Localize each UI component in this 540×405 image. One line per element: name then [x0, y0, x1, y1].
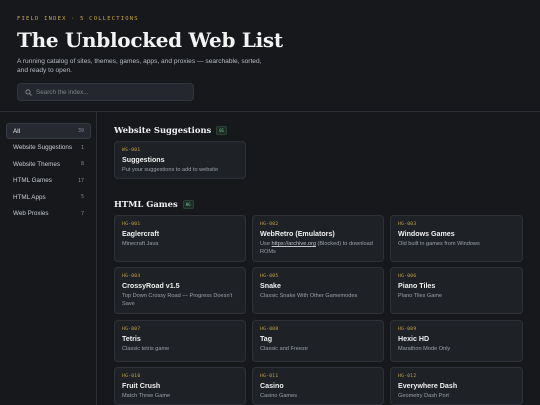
section-badge: HG [182, 199, 194, 209]
card-code: HG-011 [260, 374, 279, 379]
card-code: HG-010 [122, 374, 141, 379]
card-webretro[interactable]: HG-002 WebRetro (Emulators) Use https://… [252, 215, 384, 262]
section-header: HTML Games HG [114, 198, 194, 210]
card-code: HG-003 [398, 222, 417, 227]
card-name: Suggestions [122, 156, 165, 164]
card-desc: Top Down Crossy Road — Progress Doesn't … [122, 293, 233, 307]
card-name: Casino [260, 382, 284, 390]
card-name: Windows Games [398, 230, 455, 238]
archive-link[interactable]: https://archive.org [272, 241, 316, 247]
card-fruit-crush[interactable]: HG-010 Fruit Crush Match Three Game [114, 367, 246, 405]
card-code: HG-001 [122, 222, 141, 227]
sidebar-item-label: Website Suggestions [13, 144, 73, 151]
section-header: Website Suggestions 01 [114, 124, 228, 136]
page-title: The Unblocked Web List [17, 28, 283, 52]
page-header: FIELD INDEX · 5 COLLECTIONS The Unblocke… [17, 16, 527, 75]
card-name: WebRetro (Emulators) [260, 230, 335, 238]
eyebrow-label: FIELD INDEX · 5 COLLECTIONS [17, 16, 139, 22]
sidebar-item-label: Web Proxies [13, 210, 49, 217]
sidebar-item-count: 8 [80, 161, 84, 167]
card-code: HG-008 [260, 327, 279, 332]
sidebar-item-website-themes[interactable]: Website Themes 8 [6, 156, 91, 172]
card-desc: Geometry Dash Port [398, 393, 449, 399]
card-name: Tag [260, 335, 273, 343]
card-code: HG-009 [398, 327, 417, 332]
sidebar-item-label: HTML Apps [13, 193, 46, 201]
card-name: Everywhere Dash [398, 382, 458, 390]
card-crossyroad[interactable]: HG-004 CrossyRoad v1.5 Top Down Crossy R… [114, 267, 246, 314]
sidebar-item-label: HTML Games [13, 177, 52, 184]
card-desc: Old built in games from Windows [398, 241, 480, 247]
card-windows-games[interactable]: HG-003 Windows Games Old built in games … [390, 215, 523, 262]
card-desc: Casino Games [260, 393, 297, 399]
card-code: WS-001 [122, 148, 141, 153]
card-name: Hexic HD [398, 335, 430, 343]
card-code: HG-007 [122, 327, 141, 332]
sidebar-item-label: Website Themes [13, 160, 61, 168]
card-desc: Marathon Mode Only [398, 346, 451, 352]
sidebar-list: All 39 Website Suggestions 1 Website The… [6, 123, 91, 222]
search-input[interactable] [36, 88, 186, 96]
card-desc: Classic and Freeze [260, 346, 308, 352]
sidebar-item-label: All [13, 127, 20, 135]
card-desc: Classic Snake With Other Gamemodes [260, 293, 358, 299]
card-tag[interactable]: HG-008 Tag Classic and Freeze [252, 320, 384, 362]
card-desc: Piano Tiles Game [398, 293, 443, 299]
card-everywhere-dash[interactable]: HG-012 Everywhere Dash Geometry Dash Por… [390, 367, 523, 405]
sidebar-item-count: 7 [80, 210, 84, 217]
sidebar-item-html-apps[interactable]: HTML Apps 5 [6, 189, 91, 205]
card-code: HG-004 [122, 274, 141, 279]
card-tetris[interactable]: HG-007 Tetris Classic tetris game [114, 320, 246, 362]
card-name: Fruit Crush [122, 382, 161, 390]
card-casino[interactable]: HG-011 Casino Casino Games [252, 367, 384, 405]
card-suggestions[interactable]: WS-001 Suggestions Put your suggestions … [114, 141, 246, 179]
card-code: HG-005 [260, 274, 279, 279]
sidebar-item-web-proxies[interactable]: Web Proxies 7 [6, 206, 91, 222]
sidebar-item-html-games[interactable]: HTML Games 17 [6, 173, 91, 189]
section-title: Website Suggestions [114, 125, 212, 135]
card-eaglercraft[interactable]: HG-001 Eaglercraft Minecraft Java [114, 215, 246, 262]
sidebar-item-all[interactable]: All 39 [6, 123, 91, 139]
section-badge: 01 [216, 125, 228, 135]
card-desc: Classic tetris game [122, 346, 170, 352]
card-snake[interactable]: HG-005 Snake Classic Snake With Other Ga… [252, 267, 384, 314]
sidebar-item-count: 5 [80, 194, 84, 200]
card-piano-tiles[interactable]: HG-006 Piano Tiles Piano Tiles Game [390, 267, 523, 314]
sidebar-item-website-suggestions[interactable]: Website Suggestions 1 [6, 140, 91, 156]
card-name: Tetris [122, 335, 141, 343]
card-desc: Minecraft Java [122, 241, 159, 247]
card-name: CrossyRoad v1.5 [122, 282, 180, 290]
card-name: Piano Tiles [398, 282, 436, 290]
sidebar-item-count: 17 [77, 177, 84, 184]
sidebar: All 39 Website Suggestions 1 Website The… [0, 112, 97, 405]
search-icon [25, 88, 32, 96]
card-code: HG-012 [398, 374, 417, 379]
card-code: HG-006 [398, 274, 417, 279]
card-desc: Put your suggestions to add to website [122, 167, 219, 173]
sidebar-item-count: 39 [77, 128, 84, 134]
page-subtitle: A running catalog of sites, themes, game… [17, 58, 262, 74]
search-box[interactable] [17, 83, 194, 101]
card-name: Eaglercraft [122, 230, 160, 238]
card-name: Snake [260, 282, 281, 290]
section-title: HTML Games [114, 199, 178, 209]
card-code: HG-002 [260, 222, 279, 227]
card-hexic-hd[interactable]: HG-009 Hexic HD Marathon Mode Only [390, 320, 523, 362]
card-desc: Use https://archive.org (Blocked) to dow… [260, 241, 373, 255]
sidebar-item-count: 1 [80, 144, 84, 151]
card-desc: Match Three Game [122, 393, 171, 399]
